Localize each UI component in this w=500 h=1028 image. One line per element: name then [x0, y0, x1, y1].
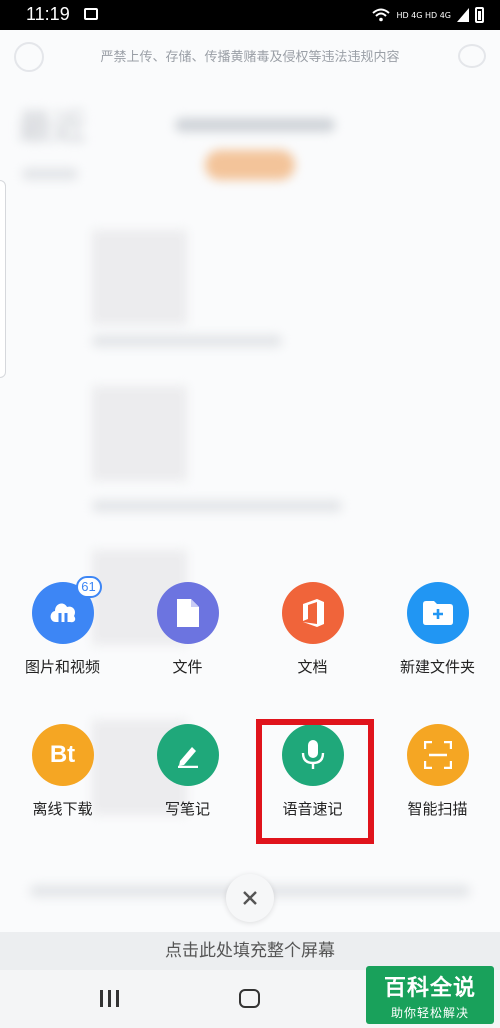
status-indicators: HD 4G HD 4G [372, 6, 484, 24]
menu-item-label: 新建文件夹 [399, 658, 475, 676]
cloud-photo-icon: 61 [31, 576, 102, 644]
home-button[interactable] [239, 989, 260, 1008]
menu-item-document[interactable]: 文档 [250, 582, 375, 677]
signal-icon [457, 8, 469, 22]
close-button[interactable] [226, 874, 274, 922]
blurred-thumbnail [92, 230, 187, 325]
menu-item-label: 智能扫描 [407, 800, 468, 818]
gallery-notification-icon [84, 8, 98, 20]
blurred-line [92, 335, 282, 347]
menu-item-file[interactable]: 文件 [125, 582, 250, 677]
new-folder-icon [406, 582, 469, 644]
fill-screen-hint[interactable]: 点击此处填充整个屏幕 [0, 932, 500, 970]
menu-item-smart-scan[interactable]: 智能扫描 [375, 724, 500, 819]
network-label: HD 4G HD 4G [396, 10, 451, 20]
close-icon [243, 891, 257, 905]
office-icon [281, 582, 344, 644]
recent-title: 最近 [18, 108, 86, 148]
menu-item-write-note[interactable]: 写笔记 [125, 724, 250, 819]
compliance-notice: 严禁上传、存储、传播黄赌毒及侵权等违法违规内容 [100, 50, 400, 65]
wifi-icon [372, 8, 391, 22]
watermark-title: 百科全说 [383, 976, 476, 1001]
highlight-annotation [256, 719, 374, 844]
menu-item-label: 写笔记 [164, 800, 210, 818]
menu-item-label: 图片和视频 [24, 658, 100, 676]
menu-item-new-folder[interactable]: 新建文件夹 [375, 582, 500, 677]
status-bar: 11:19 HD 4G HD 4G [0, 0, 500, 30]
menu-item-photos-videos[interactable]: 61 图片和视频 [0, 576, 125, 677]
bt-icon: Bt [31, 724, 94, 786]
menu-item-label: 离线下载 [32, 800, 93, 818]
status-time: 11:19 [26, 4, 70, 24]
battery-icon [475, 7, 484, 23]
menu-item-offline-download[interactable]: Bt 离线下载 [0, 724, 125, 819]
blurred-line [22, 168, 78, 180]
blurred-banner-button [205, 150, 295, 180]
blurred-thumbnail [92, 386, 187, 481]
scan-icon [406, 724, 469, 786]
recent-apps-button[interactable] [100, 990, 119, 1007]
side-panel-handle[interactable] [0, 180, 6, 378]
watermark-subtitle: 助你轻松解决 [390, 1006, 469, 1020]
watermark-logo: 百科全说 助你轻松解决 [366, 966, 494, 1024]
menu-item-label: 文件 [172, 658, 203, 676]
blurred-line [92, 500, 342, 512]
pen-icon [156, 724, 219, 786]
blurred-banner-text [175, 118, 335, 132]
bt-icon-text: Bt [49, 741, 76, 768]
menu-item-label: 文档 [297, 658, 328, 676]
photo-count-badge: 61 [75, 576, 102, 598]
file-icon [156, 582, 219, 644]
